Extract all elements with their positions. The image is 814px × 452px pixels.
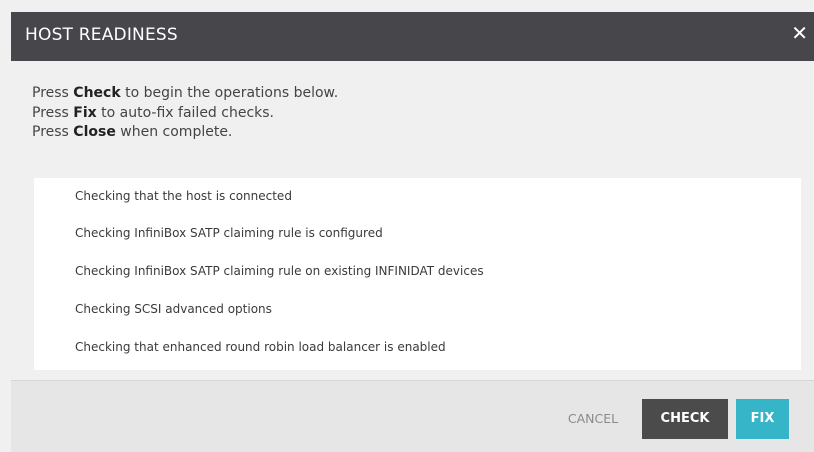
host-readiness-dialog: HOST READINESS ✕ Press Check to begin th… (0, 0, 814, 452)
dialog-title: HOST READINESS (25, 25, 178, 45)
instruction-suffix: to begin the operations below. (120, 85, 339, 101)
close-icon[interactable]: ✕ (791, 22, 808, 44)
dialog-footer: CANCEL CHECK FIX (11, 380, 814, 452)
instructions: Press Check to begin the operations belo… (32, 84, 338, 143)
instruction-prefix: Press (32, 124, 74, 140)
check-item: Checking SCSI advanced options (75, 302, 272, 316)
instruction-keyword: Fix (73, 104, 97, 121)
instruction-suffix: when complete. (115, 124, 233, 140)
instruction-fix: Press Fix to auto-fix failed checks. (32, 104, 338, 124)
dialog-title-bar: HOST READINESS ✕ (11, 12, 814, 61)
check-button[interactable]: CHECK (642, 399, 728, 439)
instruction-prefix: Press (32, 85, 74, 101)
check-item: Checking that enhanced round robin load … (75, 340, 446, 354)
instruction-keyword: Close (73, 124, 116, 140)
cancel-button[interactable]: CANCEL (553, 399, 633, 439)
instruction-check: Press Check to begin the operations belo… (32, 84, 338, 104)
instruction-suffix: to auto-fix failed checks. (96, 104, 274, 121)
checks-list: Checking that the host is connected Chec… (34, 178, 801, 370)
instruction-prefix: Press (32, 104, 74, 121)
check-item: Checking that the host is connected (75, 189, 292, 203)
check-item: Checking InfiniBox SATP claiming rule is… (75, 226, 383, 240)
fix-button[interactable]: FIX (736, 399, 789, 439)
instruction-keyword: Check (73, 85, 121, 101)
check-item: Checking InfiniBox SATP claiming rule on… (75, 264, 484, 278)
instruction-close: Press Close when complete. (32, 123, 338, 143)
